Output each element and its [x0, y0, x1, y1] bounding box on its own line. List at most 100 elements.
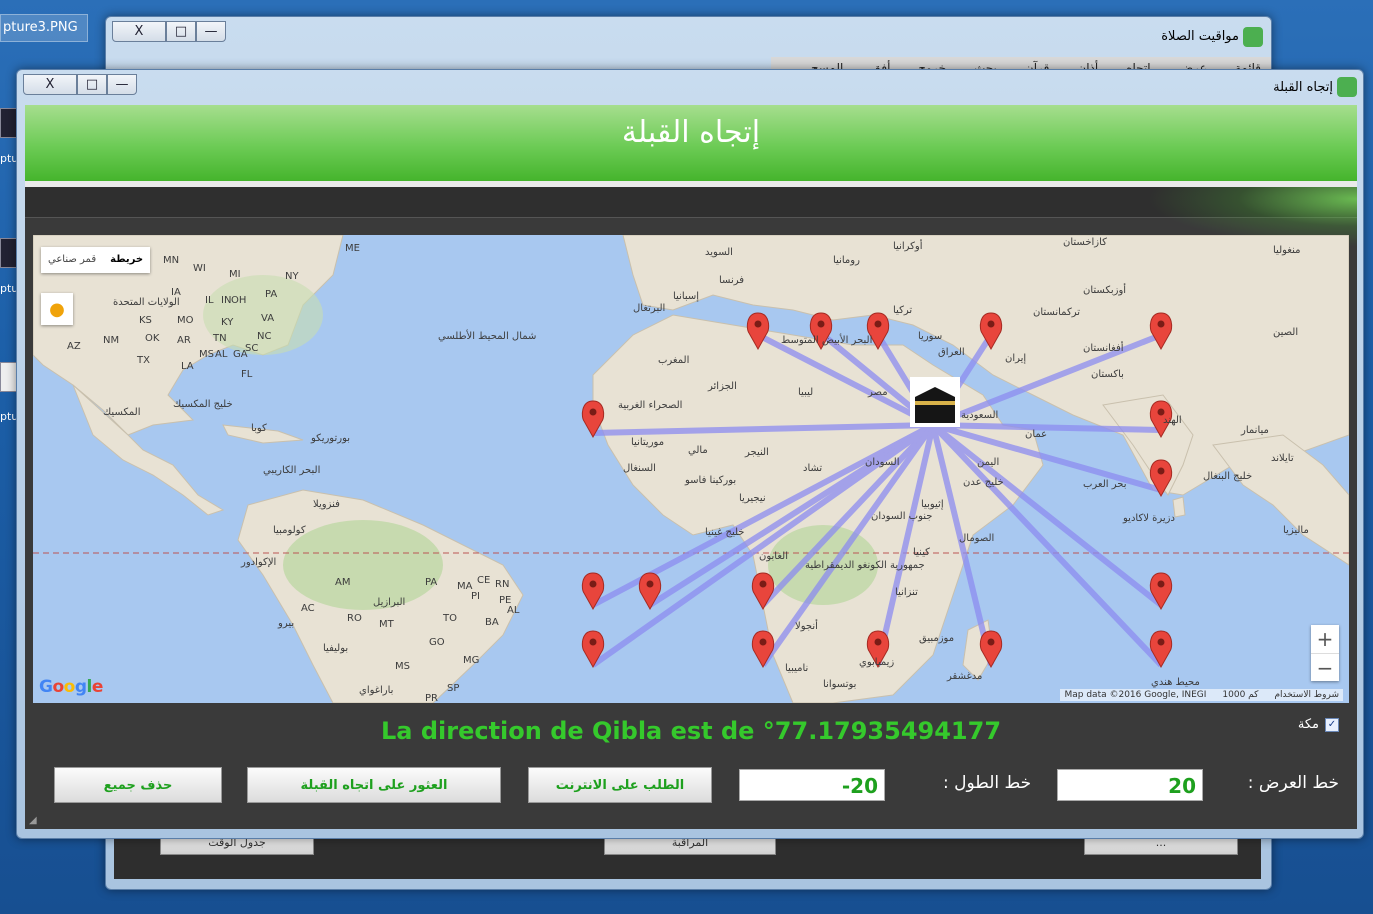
- map-label: اليمن: [977, 457, 1000, 468]
- state-code: ME: [345, 243, 360, 254]
- page-title: إتجاه القبلة: [621, 115, 761, 150]
- state-code: GA: [233, 349, 248, 360]
- mecca-checkbox-row[interactable]: ✓ مكة: [1298, 717, 1339, 732]
- map-label: تنزانيا: [895, 587, 918, 598]
- map-label: مدغشقر: [947, 671, 983, 682]
- state-code: RO: [347, 613, 362, 624]
- latitude-label: خط العرض :: [1247, 773, 1339, 793]
- map-label: خليج عدن: [963, 477, 1004, 488]
- maximize-button[interactable]: □: [166, 21, 196, 42]
- map-pin-icon: [751, 630, 775, 669]
- mecca-checkbox[interactable]: ✓: [1325, 717, 1339, 732]
- state-code: RN: [495, 579, 510, 590]
- state-code: KY: [221, 317, 234, 328]
- minimize-button[interactable]: —: [196, 21, 226, 42]
- map-label: شمال المحيط الأطلسي: [438, 331, 537, 342]
- state-code: AZ: [67, 341, 81, 352]
- map-label: باكستان: [1091, 369, 1124, 380]
- window-title: مواقيت الصلاة: [1161, 29, 1239, 44]
- app-body: إتجاه القبلة الولايات المتحدة المكسيك خل…: [25, 105, 1357, 829]
- state-code: NM: [103, 335, 120, 346]
- state-code: OK: [145, 333, 160, 344]
- map-label: البرتغال: [633, 303, 666, 314]
- state-code: AC: [301, 603, 315, 614]
- map-label: نيجيريا: [739, 493, 766, 504]
- map-label: موزمبيق: [919, 633, 955, 644]
- map-label: الولايات المتحدة: [113, 297, 180, 308]
- state-code: IN: [221, 295, 232, 306]
- map-label: العراق: [938, 347, 965, 358]
- map-label: إسبانيا: [673, 291, 700, 302]
- state-code: IA: [171, 287, 181, 298]
- state-code: AM: [335, 577, 351, 588]
- header-banner: إتجاه القبلة: [25, 105, 1357, 181]
- map-attribution: Map data ©2016 Google, INEGI 1000 كم شرو…: [1060, 689, 1343, 701]
- google-logo: Google: [39, 677, 103, 697]
- state-code: TO: [443, 613, 457, 624]
- map-label: بوتسوانا: [823, 679, 857, 690]
- state-code: AR: [177, 335, 191, 346]
- map-label: مصر: [868, 387, 888, 398]
- map-label: منغوليا: [1273, 245, 1301, 256]
- map-label: الصحراء الغربية: [618, 400, 683, 411]
- longitude-input[interactable]: -20: [739, 769, 885, 801]
- map-type-map-tab[interactable]: خريطة: [103, 247, 150, 273]
- qibla-window: X □ — إتجاه القبلة إتجاه القبلة الولايات…: [16, 69, 1364, 839]
- qibla-map[interactable]: الولايات المتحدة المكسيك خليج المكسيك كو…: [33, 235, 1349, 703]
- map-label: كازاخستان: [1063, 237, 1107, 248]
- close-button[interactable]: X: [112, 21, 166, 42]
- map-label: خليج غينيا: [705, 527, 745, 538]
- map-label: جنوب السودان: [871, 511, 933, 522]
- online-request-button[interactable]: الطلب على الانترنت: [528, 767, 712, 803]
- minimize-button[interactable]: —: [107, 74, 137, 95]
- map-label: باراغواي: [359, 685, 394, 696]
- map-label: ناميبيا: [785, 663, 809, 674]
- map-label: محيط هندي: [1151, 677, 1200, 688]
- state-code: PR: [425, 693, 438, 703]
- state-code: OH: [231, 295, 247, 306]
- map-label: بوليفيا: [323, 643, 349, 654]
- map-type-satellite-tab[interactable]: قمر صناعي: [41, 247, 103, 273]
- map-label: أنجولا: [795, 621, 818, 632]
- latitude-input[interactable]: 20: [1057, 769, 1203, 801]
- resize-grip-icon[interactable]: ◢: [29, 815, 37, 826]
- map-label: كوبا: [251, 423, 267, 434]
- find-qibla-button[interactable]: العثور على اتجاه القبلة: [247, 767, 501, 803]
- map-label: مالي: [688, 445, 708, 456]
- map-label: ماليزيا: [1283, 525, 1309, 536]
- map-label: الإكوادور: [241, 557, 277, 568]
- window-controls: X □ —: [23, 74, 137, 95]
- state-code: MO: [177, 315, 194, 326]
- close-button[interactable]: X: [23, 74, 77, 95]
- zoom-in-button[interactable]: +: [1311, 625, 1339, 653]
- clear-all-button[interactable]: حذف جميع: [54, 767, 222, 803]
- map-label: تايلاند: [1271, 453, 1294, 464]
- map-label: كينيا: [913, 547, 930, 558]
- map-label: السودان: [865, 457, 900, 468]
- zoom-out-button[interactable]: −: [1311, 653, 1339, 682]
- map-label: السنغال: [623, 463, 656, 474]
- map-label: الهند: [1163, 415, 1182, 426]
- map-label: البحر الأبيض المتوسط: [781, 335, 873, 346]
- state-code: TX: [137, 355, 150, 366]
- state-code: GO: [429, 637, 445, 648]
- map-label: بيرو: [278, 618, 295, 629]
- map-terms-link[interactable]: شروط الاستخدام: [1274, 690, 1339, 700]
- map-label: المغرب: [658, 355, 690, 366]
- map-label: البحر الكاريبي: [263, 465, 321, 476]
- state-code: AL: [215, 349, 228, 360]
- street-view-pegman-icon[interactable]: ●: [41, 293, 73, 325]
- window-controls: X □ —: [112, 21, 226, 42]
- map-label: إثيوبيا: [921, 499, 944, 510]
- window-title: إتجاه القبلة: [1273, 80, 1333, 95]
- state-code: IL: [205, 295, 214, 306]
- maximize-button[interactable]: □: [77, 74, 107, 95]
- state-code: NY: [285, 271, 299, 282]
- state-code: MS: [395, 661, 410, 672]
- map-label: بوركينا فاسو: [685, 475, 737, 486]
- map-label: سوريا: [918, 331, 943, 342]
- state-code: SP: [447, 683, 460, 694]
- desktop-file-label[interactable]: pture3.PNG: [0, 14, 88, 42]
- mecca-label: مكة: [1297, 717, 1319, 732]
- map-label: أوكرانيا: [893, 241, 923, 252]
